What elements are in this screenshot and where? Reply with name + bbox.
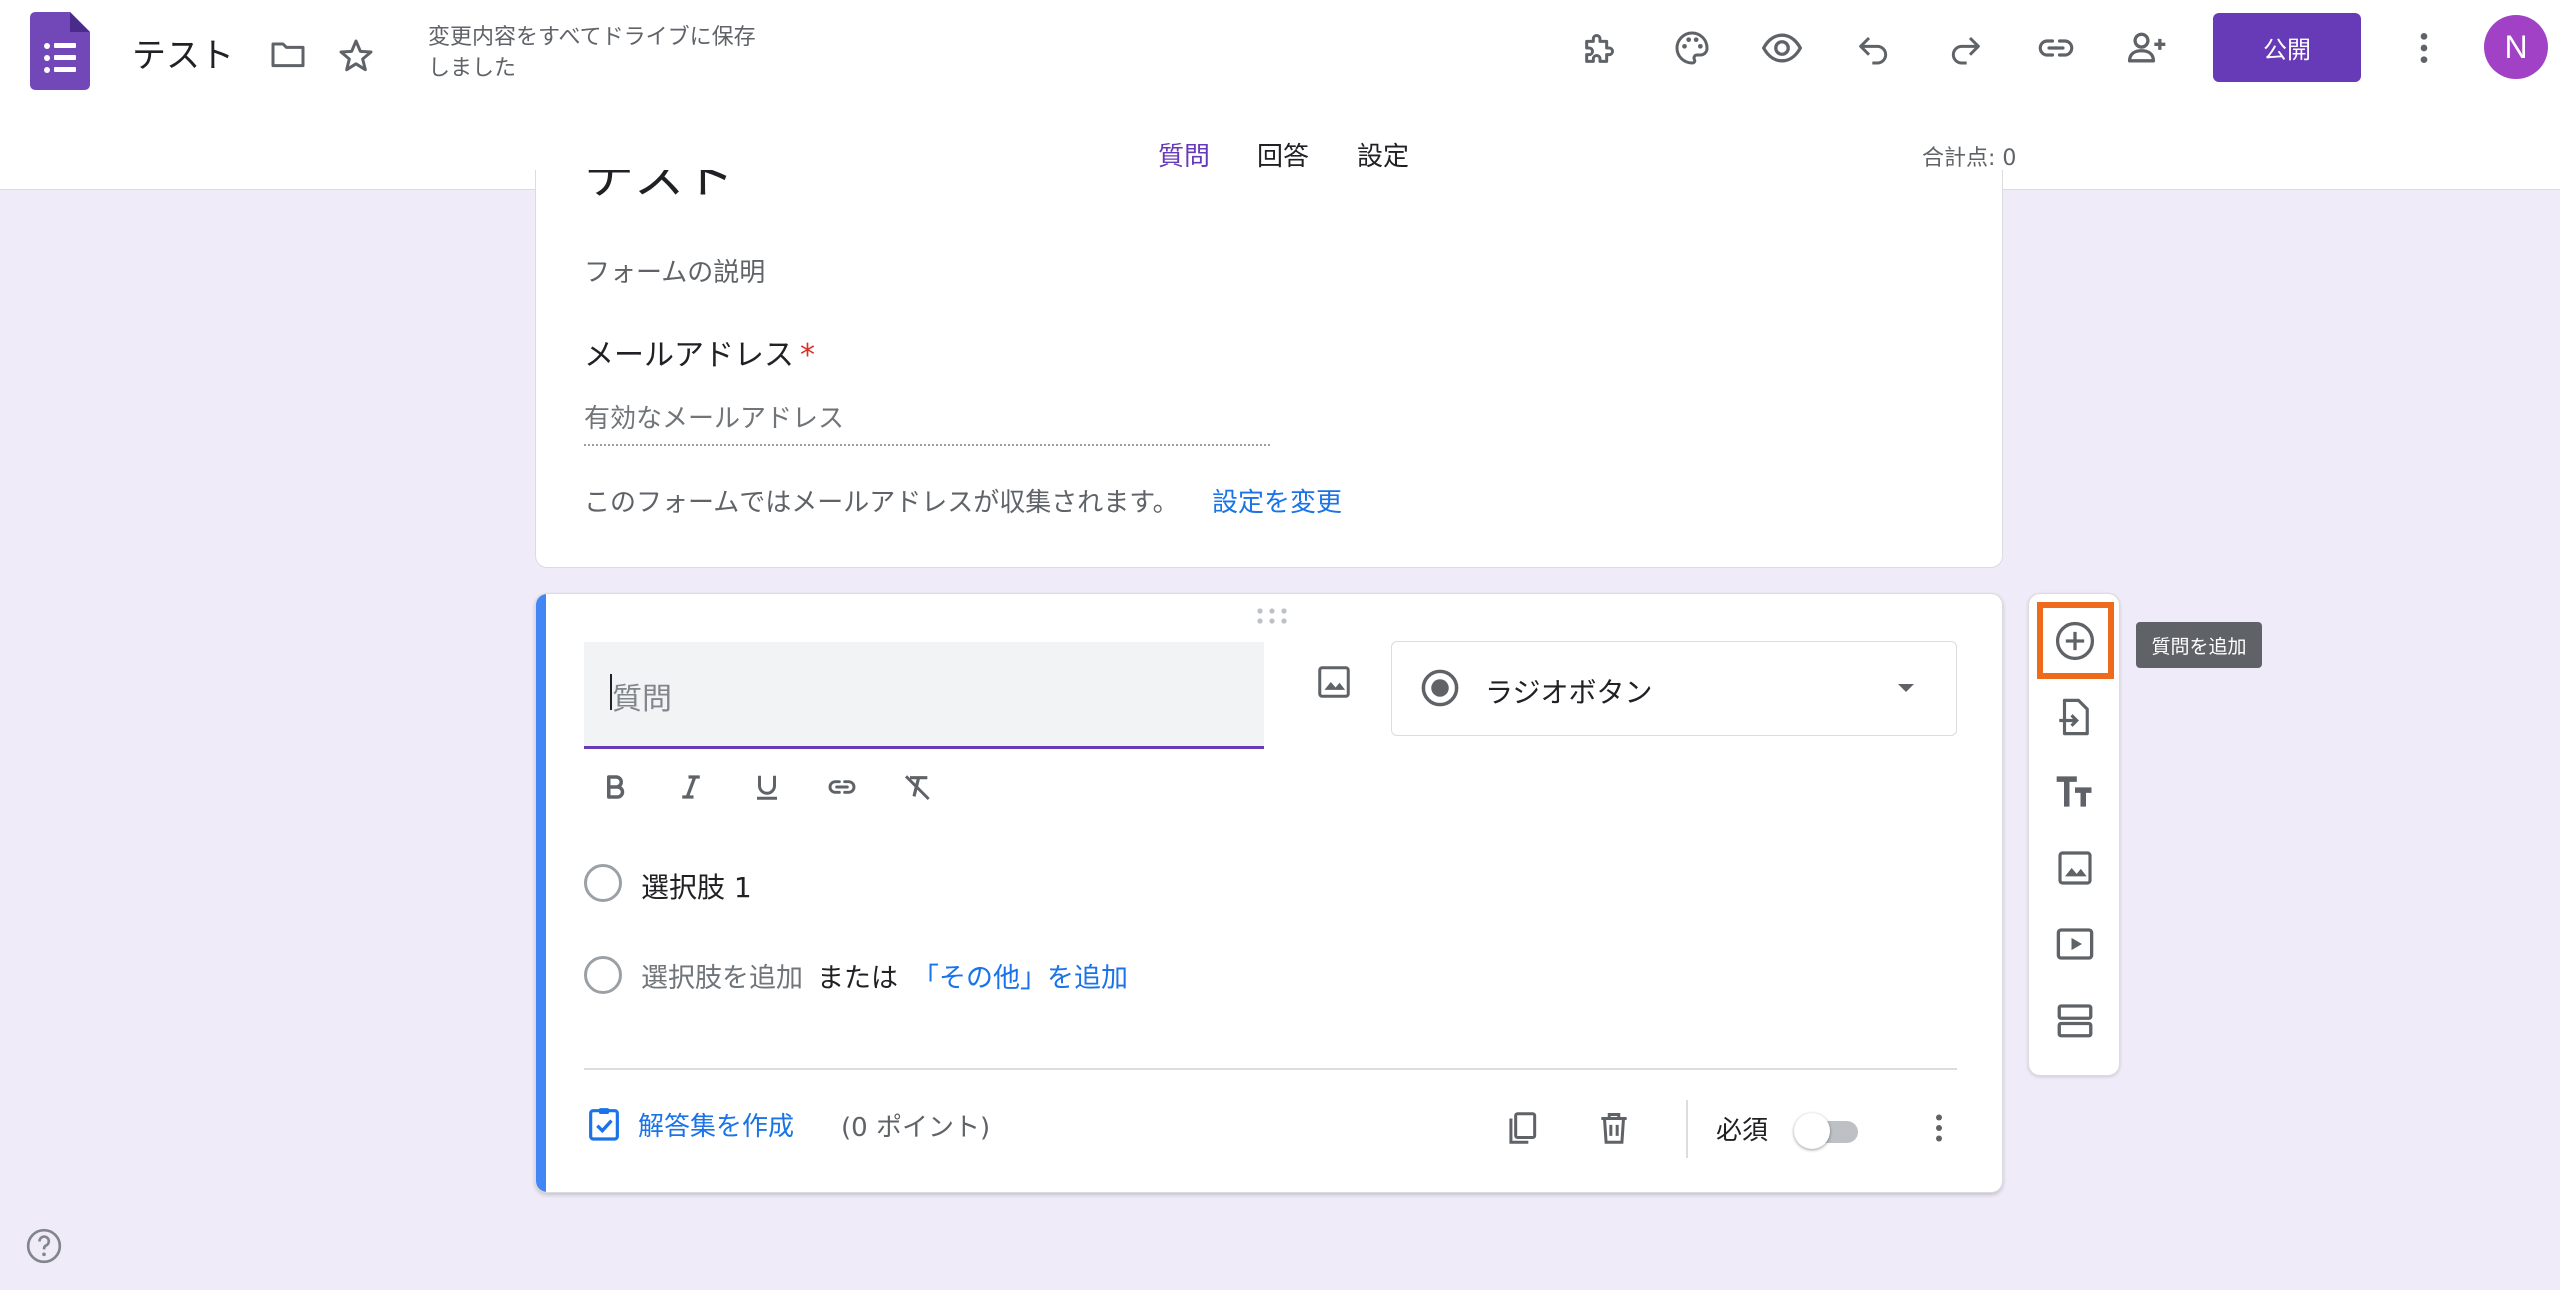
clear-formatting-icon[interactable]: [895, 764, 941, 810]
italic-icon[interactable]: [668, 764, 714, 810]
add-question-tooltip: 質問を追加: [2136, 622, 2262, 668]
form-title[interactable]: テスト: [584, 170, 734, 208]
redo-icon[interactable]: [1937, 20, 1993, 76]
radio-button-icon: [1419, 667, 1461, 709]
addon-puzzle-icon[interactable]: [1572, 20, 1628, 76]
tab-questions[interactable]: 質問: [1158, 136, 1210, 173]
palette-icon[interactable]: [1664, 20, 1720, 76]
add-question-icon[interactable]: [2047, 613, 2103, 669]
add-collaborator-icon[interactable]: [2119, 20, 2175, 76]
add-image-icon[interactable]: [2047, 840, 2103, 896]
question-title-input[interactable]: 質問: [584, 642, 1264, 749]
add-other-link[interactable]: 「その他」を追加: [912, 963, 1128, 994]
preview-eye-icon[interactable]: [1754, 20, 1810, 76]
add-video-icon[interactable]: [2047, 916, 2103, 972]
toggle-thumb: [1794, 1113, 1830, 1149]
add-option-radio: [584, 956, 622, 994]
add-title-icon[interactable]: [2047, 764, 2103, 820]
star-icon[interactable]: [328, 28, 384, 84]
points-label: (0 ポイント): [841, 1107, 990, 1144]
tab-settings[interactable]: 設定: [1357, 136, 1409, 173]
form-header-card: テスト フォームの説明 メールアドレス* 有効なメールアドレス このフォームでは…: [535, 170, 2003, 568]
answer-key-icon: [584, 1104, 624, 1144]
or-text: または: [817, 963, 898, 994]
save-status: 変更内容をすべてドライブに保存しました: [428, 22, 768, 84]
question-more-icon[interactable]: [1911, 1100, 1967, 1156]
email-field-placeholder: 有効なメールアドレス: [584, 398, 844, 435]
add-option-link[interactable]: 選択肢を追加: [641, 963, 803, 994]
duplicate-icon[interactable]: [1494, 1100, 1550, 1156]
email-collection-note: このフォームではメールアドレスが収集されます。: [584, 482, 1179, 519]
email-field-underline: [584, 444, 1270, 446]
floating-toolbar: [2028, 593, 2120, 1076]
chevron-down-icon: [1894, 680, 1918, 696]
link-icon[interactable]: [2028, 20, 2084, 76]
help-icon[interactable]: [22, 1224, 66, 1268]
question-card[interactable]: 質問 ラジオボタン 選択肢 1 選択肢を追加または「その他」を追加 解答集を作成…: [535, 593, 2003, 1193]
question-type-dropdown[interactable]: ラジオボタン: [1391, 641, 1957, 736]
document-title[interactable]: テスト: [132, 28, 234, 77]
change-settings-link[interactable]: 設定を変更: [1212, 482, 1342, 519]
add-option-row: 選択肢を追加または「その他」を追加: [641, 956, 1128, 995]
text-caret: [610, 674, 612, 710]
email-question-label: メールアドレス*: [584, 330, 815, 374]
tab-responses[interactable]: 回答: [1257, 136, 1309, 173]
email-label-text: メールアドレス: [584, 338, 794, 373]
option-radio: [584, 864, 622, 902]
question-title-placeholder: 質問: [612, 674, 672, 718]
underline-icon[interactable]: [744, 764, 790, 810]
option-label[interactable]: 選択肢 1: [641, 866, 752, 906]
footer-vertical-divider: [1686, 1100, 1688, 1158]
required-label: 必須: [1716, 1110, 1768, 1147]
import-questions-icon[interactable]: [2047, 689, 2103, 745]
publish-button[interactable]: 公開: [2213, 13, 2361, 82]
bold-icon[interactable]: [592, 764, 638, 810]
folder-icon[interactable]: [260, 26, 316, 82]
undo-icon[interactable]: [1846, 20, 1902, 76]
insert-link-icon[interactable]: [819, 764, 865, 810]
add-image-to-question-icon[interactable]: [1306, 654, 1362, 710]
forms-logo-icon[interactable]: [30, 12, 90, 90]
more-vert-icon[interactable]: [2396, 20, 2452, 76]
question-type-label: ラジオボタン: [1485, 671, 1652, 711]
app-header: テスト 変更内容をすべてドライブに保存しました 公開: [0, 0, 2560, 190]
answer-key-label: 解答集を作成: [638, 1106, 794, 1143]
footer-divider: [584, 1068, 1957, 1070]
form-description-field[interactable]: フォームの説明: [584, 252, 765, 289]
drag-handle-icon[interactable]: [1254, 606, 1290, 626]
active-card-accent: [536, 594, 546, 1193]
answer-key-button[interactable]: 解答集を作成: [584, 1104, 794, 1144]
required-toggle[interactable]: [1794, 1112, 1858, 1150]
delete-icon[interactable]: [1586, 1100, 1642, 1156]
required-asterisk: *: [800, 338, 815, 373]
total-points: 合計点: 0: [1922, 140, 2016, 172]
account-avatar[interactable]: N: [2484, 15, 2548, 79]
add-section-icon[interactable]: [2047, 992, 2103, 1048]
top-bar: テスト 変更内容をすべてドライブに保存しました 公開: [0, 0, 2560, 100]
